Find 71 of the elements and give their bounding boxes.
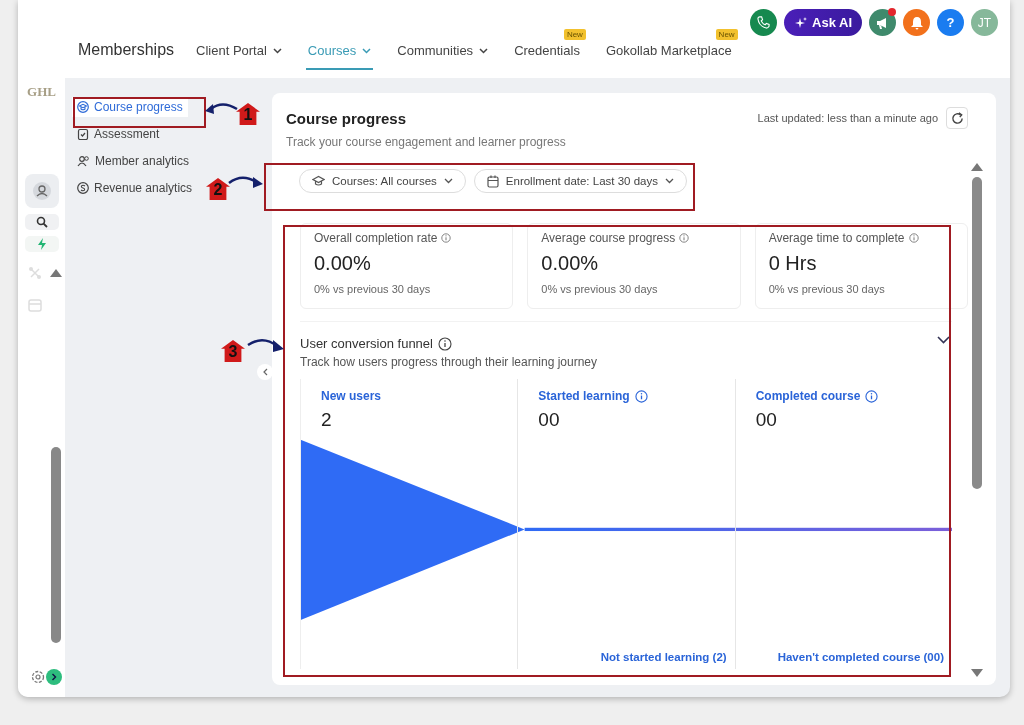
stage-value: 00: [538, 409, 561, 431]
collapse-button[interactable]: [257, 364, 273, 380]
last-updated-text: Last updated: less than a minute ago: [757, 112, 938, 124]
refresh-icon: [950, 111, 964, 125]
metric-value: 0 Hrs: [768, 252, 818, 275]
stage-label: Completed course: [755, 389, 861, 403]
help-button[interactable]: ?: [937, 9, 964, 36]
metric-value: 0.00%: [541, 252, 600, 275]
metric-value: 0.00%: [314, 252, 372, 275]
bell-icon: [909, 15, 924, 30]
new-badge: New: [715, 29, 738, 40]
ask-ai-button[interactable]: Ask AI: [784, 9, 862, 36]
metric-change: 0% vs previous 30 days: [768, 283, 886, 295]
stage-label: Started learning: [538, 389, 630, 403]
refresh-button[interactable]: [946, 107, 968, 129]
scroll-down-icon[interactable]: [971, 669, 983, 677]
clipboard-icon: [77, 128, 89, 140]
caret-icon: [362, 47, 372, 54]
stage-value: 00: [755, 409, 778, 431]
info-icon[interactable]: [634, 389, 648, 403]
caret-icon: [665, 178, 674, 184]
caret-icon: [272, 47, 282, 54]
metric-label: Average time to complete: [768, 231, 905, 245]
panel-subtitle: Track your course engagement and learner progress: [286, 135, 567, 149]
dropoff-link[interactable]: Haven't completed course (00): [777, 651, 944, 663]
new-badge: New: [563, 29, 586, 40]
graduation-cap-icon: [77, 101, 89, 113]
filter-dropdown[interactable]: Enrollment date: Last 30 days: [473, 169, 687, 193]
calendar-icon: [486, 174, 499, 188]
info-icon[interactable]: [437, 336, 452, 351]
panel-title: Course progress: [286, 109, 408, 127]
stage-label: New users: [321, 389, 382, 403]
dropoff-link[interactable]: Not started learning (2): [600, 651, 727, 663]
info-icon[interactable]: [865, 389, 879, 403]
settings-icon[interactable]: [29, 669, 46, 685]
metric-change: 0% vs previous 30 days: [314, 283, 432, 295]
user-icon[interactable]: [24, 174, 59, 208]
search-icon[interactable]: [24, 214, 59, 230]
filter-dropdown[interactable]: Courses: All courses: [299, 169, 466, 193]
graduation-cap-icon: [312, 175, 325, 187]
phone-button[interactable]: [750, 9, 777, 36]
nav-tab[interactable]: Client Portal: [194, 43, 284, 70]
notification-dot: [888, 8, 896, 16]
users-icon: [77, 155, 90, 167]
scroll-up-icon[interactable]: [49, 269, 62, 277]
sidebar-item[interactable]: Member analytics: [72, 151, 195, 171]
nav-tab[interactable]: Communities: [395, 43, 491, 70]
chevron-left-icon: [262, 368, 268, 376]
bell-button[interactable]: [903, 9, 930, 36]
scroll-up-icon[interactable]: [971, 163, 983, 171]
chevron-down-icon[interactable]: [937, 336, 950, 344]
metric-label: Overall completion rate: [314, 231, 438, 245]
curved-arrow: [228, 173, 264, 191]
expand-icon[interactable]: [45, 669, 62, 685]
sidebar-item[interactable]: Assessment: [72, 124, 165, 144]
lightning-icon[interactable]: [24, 236, 59, 252]
stage-value: 2: [321, 409, 333, 431]
dollar-icon: [77, 182, 89, 194]
logo: GHL: [27, 84, 56, 100]
phone-icon: [757, 16, 770, 29]
caret-icon: [479, 47, 489, 54]
caret-icon: [443, 178, 453, 184]
scrollbar-thumb[interactable]: [972, 177, 982, 489]
metric-change: 0% vs previous 30 days: [541, 283, 659, 295]
funnel-subtitle: Track how users progress through their learning journey: [300, 355, 598, 369]
sidebar-item[interactable]: Revenue analytics: [72, 178, 198, 198]
funnel-title: User conversion funnel: [300, 336, 433, 351]
page-title: Memberships: [78, 41, 175, 60]
metric-label: Average course progress: [541, 231, 676, 245]
megaphone-button[interactable]: [869, 9, 896, 36]
scrollbar-thumb[interactable]: [51, 447, 61, 643]
